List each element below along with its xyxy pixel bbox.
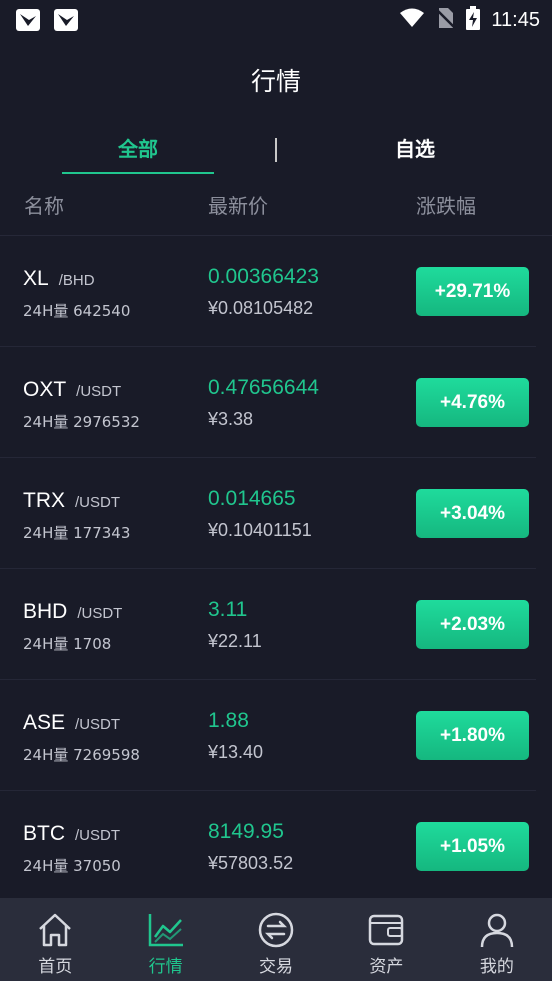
no-sim-icon [435, 7, 456, 33]
nav-item-trade[interactable]: 交易 [221, 898, 331, 981]
volume-24h: 24H量 7269598 [23, 746, 140, 764]
price-cny: ¥57803.52 [208, 853, 294, 873]
price-cny: ¥0.08105482 [208, 298, 314, 318]
quote-symbol: /USDT [75, 716, 121, 733]
change-badge[interactable]: +2.03% [416, 600, 529, 649]
volume-24h: 24H量 1708 [23, 635, 112, 653]
pair-symbol: TRX/USDT [23, 489, 120, 513]
column-headers: 名称 最新价 涨跌幅 [0, 190, 552, 220]
nav-item-market[interactable]: 行情 [110, 898, 220, 981]
market-tabs: 全部 自选 [0, 120, 552, 176]
pair-symbol: BTC/USDT [23, 822, 120, 846]
base-symbol: ASE [23, 711, 66, 734]
nav-label-profile: 我的 [479, 957, 514, 977]
last-price: 0.014665 [208, 487, 296, 510]
market-row[interactable]: BTC/USDT 24H量 37050 8149.95 ¥57803.52 +1… [0, 791, 536, 902]
quote-symbol: /USDT [77, 605, 123, 622]
change-badge[interactable]: +4.76% [416, 378, 529, 427]
quote-symbol: /BHD [58, 272, 95, 289]
nav-label-assets: 资产 [369, 957, 404, 977]
market-row[interactable]: XL/BHD 24H量 642540 0.00366423 ¥0.0810548… [0, 236, 536, 347]
column-header-name[interactable]: 名称 [24, 190, 64, 219]
quote-symbol: /USDT [75, 827, 120, 844]
change-badge[interactable]: +1.80% [416, 711, 529, 760]
base-symbol: XL [23, 267, 49, 290]
last-price: 0.00366423 [208, 265, 319, 288]
quote-symbol: /USDT [76, 383, 122, 400]
wifi-icon [399, 8, 425, 32]
base-symbol: BHD [23, 600, 68, 623]
home-icon [35, 910, 75, 950]
nav-label-trade: 交易 [259, 957, 294, 977]
nav-item-home[interactable]: 首页 [0, 898, 110, 981]
tab-separator [275, 138, 277, 162]
pair-symbol: ASE/USDT [23, 711, 120, 735]
pair-symbol: OXT/USDT [23, 378, 121, 402]
nav-label-home: 首页 [38, 957, 73, 977]
pair-symbol: BHD/USDT [23, 600, 122, 624]
pair-symbol: XL/BHD [23, 267, 95, 291]
volume-24h: 24H量 642540 [23, 302, 131, 320]
volume-24h: 24H量 2976532 [23, 413, 140, 431]
base-symbol: TRX [23, 489, 65, 512]
status-time: 11:45 [491, 8, 540, 31]
app-notification-icon [54, 9, 78, 31]
status-right: 11:45 [399, 6, 540, 34]
tab-all[interactable]: 全部 [62, 120, 214, 174]
battery-charging-icon [465, 6, 481, 34]
nav-item-profile[interactable]: 我的 [442, 898, 552, 981]
market-list: XL/BHD 24H量 642540 0.00366423 ¥0.0810548… [0, 236, 552, 902]
profile-icon [477, 910, 517, 950]
price-cny: ¥22.11 [208, 631, 262, 651]
active-tab-underline [62, 172, 214, 174]
price-cny: ¥0.10401151 [208, 520, 312, 540]
market-row[interactable]: TRX/USDT 24H量 177343 0.014665 ¥0.1040115… [0, 458, 536, 569]
last-price: 0.47656644 [208, 376, 319, 399]
exchange-icon [256, 910, 296, 950]
market-row[interactable]: ASE/USDT 24H量 7269598 1.88 ¥13.40 +1.80% [0, 680, 536, 791]
last-price: 8149.95 [208, 820, 284, 843]
base-symbol: OXT [23, 378, 67, 401]
price-cny: ¥13.40 [208, 742, 264, 762]
change-badge[interactable]: +29.71% [416, 267, 529, 316]
chart-icon [146, 910, 186, 950]
column-header-price[interactable]: 最新价 [208, 190, 268, 219]
base-symbol: BTC [23, 822, 65, 845]
volume-24h: 24H量 37050 [23, 857, 121, 875]
nav-label-market: 行情 [148, 957, 183, 977]
last-price: 3.11 [208, 598, 248, 621]
change-badge[interactable]: +3.04% [416, 489, 529, 538]
page-title: 行情 [250, 67, 301, 96]
bottom-nav: 首页 行情 交易 资产 我的 [0, 898, 552, 981]
app-notification-icon [16, 9, 40, 31]
status-bar: 11:45 [0, 0, 552, 40]
price-cny: ¥3.38 [208, 409, 254, 429]
market-row[interactable]: BHD/USDT 24H量 1708 3.11 ¥22.11 +2.03% [0, 569, 536, 680]
status-left [16, 9, 78, 31]
volume-24h: 24H量 177343 [23, 524, 131, 542]
change-badge[interactable]: +1.05% [416, 822, 529, 871]
column-header-change[interactable]: 涨跌幅 [416, 190, 476, 219]
tab-favorites[interactable]: 自选 [340, 120, 490, 174]
market-row[interactable]: OXT/USDT 24H量 2976532 0.47656644 ¥3.38 +… [0, 347, 536, 458]
nav-item-assets[interactable]: 资产 [331, 898, 441, 981]
last-price: 1.88 [208, 709, 249, 732]
wallet-icon [366, 910, 406, 950]
quote-symbol: /USDT [75, 494, 120, 511]
